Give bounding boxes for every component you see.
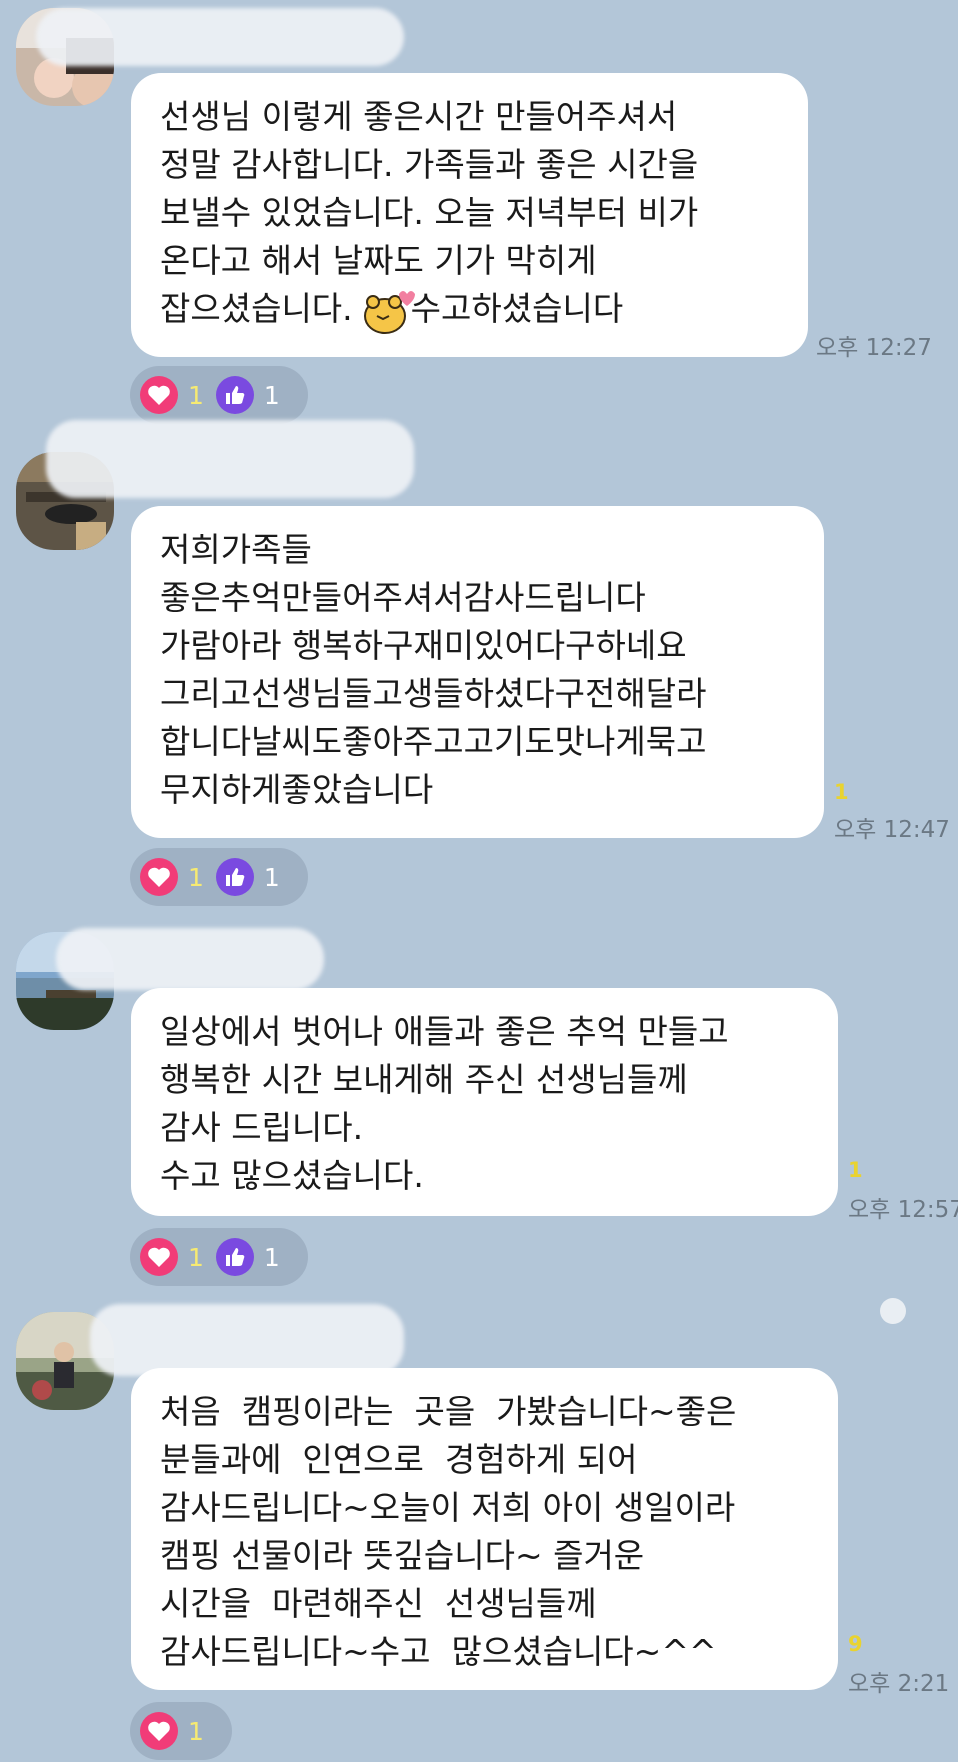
message-time: 오후 2:21 [848,1671,950,1697]
heart-reaction[interactable]: 1 [140,858,204,896]
message-line: 처음 캠핑이라는 곳을 가봤습니다~좋은 [160,1392,737,1431]
unread-count: 9 [848,1632,863,1656]
message-line: 합니다날씨도좋아주고고기도맛나게묵고 [160,722,707,761]
message-bubble[interactable]: 일상에서 벗어나 애들과 좋은 추억 만들고 행복한 시간 보내게해 주신 선생… [131,988,838,1216]
message-line: 일상에서 벗어나 애들과 좋은 추억 만들고 [160,1012,729,1051]
heart-reaction[interactable]: 1 [140,376,204,414]
reaction-bar[interactable]: 1 [130,1702,232,1760]
heart-count: 1 [188,1716,204,1746]
reaction-bar[interactable]: 1 1 [130,1228,308,1286]
thumbs-up-icon [215,1238,254,1276]
message-line: 온다고 해서 날짜도 기가 막히게 [160,241,597,280]
message-line: 좋은추억만들어주셔서감사드립니다 [160,578,646,617]
message-line: 감사드립니다~오늘이 저희 아이 생일이라 [160,1488,736,1527]
message-bubble[interactable]: 저희가족들 좋은추억만들어주셔서감사드립니다 가람아라 행복하구재미있어다구하네… [131,506,824,838]
message-line: 정말 감사합니다. 가족들과 좋은 시간을 [160,145,699,184]
sender-name-redacted [90,1304,404,1376]
message-line: 잡으셨습니다. 수고하셨습니다 [160,285,788,336]
message-line: 시간을 마련해주신 선생님들께 [160,1584,597,1623]
scroll-indicator[interactable] [880,1298,906,1324]
bear-heart-emoticon [363,290,415,334]
message-time: 오후 12:27 [816,335,932,361]
message-bubble[interactable]: 처음 캠핑이라는 곳을 가봤습니다~좋은 분들과에 인연으로 경험하게 되어 감… [131,1368,838,1690]
message-line: 캠핑 선물이라 뜻깊습니다~ 즐거운 [160,1536,645,1575]
thumb-count: 1 [263,862,280,892]
message-line: 저희가족들 [160,530,312,569]
sender-name-redacted [56,928,324,990]
message-line: 감사드립니다~수고 많으셨습니다~^^ [160,1632,717,1671]
unread-count: 1 [834,780,849,804]
sender-name-redacted [36,8,404,66]
message-line: 감사 드립니다. [160,1108,364,1147]
message-line: 무지하게좋았습니다 [160,770,434,809]
message-line: 행복한 시간 보내게해 주신 선생님들께 [160,1060,688,1099]
message-line: 분들과에 인연으로 경험하게 되어 [160,1440,638,1479]
heart-reaction[interactable]: 1 [140,1712,204,1750]
heart-icon [140,858,178,896]
message-time: 오후 12:57 [848,1197,958,1223]
message-line: 가람아라 행복하구재미있어다구하네요 [160,626,687,665]
heart-count: 1 [188,862,204,892]
reaction-bar[interactable]: 1 1 [130,848,308,906]
message-time: 오후 12:47 [834,817,950,843]
thumbs-up-icon [215,376,254,414]
thumb-count: 1 [263,1242,280,1272]
message-bubble[interactable]: 선생님 이렇게 좋은시간 만들어주셔서 정말 감사합니다. 가족들과 좋은 시간… [131,73,808,357]
heart-count: 1 [188,380,204,410]
thumb-reaction[interactable]: 1 [215,376,280,414]
message-line: 수고 많으셨습니다. [160,1156,424,1195]
thumbs-up-icon [215,858,254,896]
heart-icon [140,1712,178,1750]
message-line: 선생님 이렇게 좋은시간 만들어주셔서 [160,97,678,136]
heart-icon [140,376,178,414]
unread-count: 1 [848,1158,863,1182]
thumb-reaction[interactable]: 1 [215,858,280,896]
message-text: 잡으셨습니다. [160,289,353,328]
sender-name-redacted [46,420,414,498]
heart-reaction[interactable]: 1 [140,1238,204,1276]
thumb-reaction[interactable]: 1 [215,1238,280,1276]
heart-icon [140,1238,178,1276]
message-line: 보낼수 있었습니다. 오늘 저녁부터 비가 [160,193,699,232]
message-text: 수고하셨습니다 [410,289,624,328]
heart-count: 1 [188,1242,204,1272]
reaction-bar[interactable]: 1 1 [130,366,308,424]
message-line: 그리고선생님들고생들하셨다구전해달라 [160,674,707,713]
thumb-count: 1 [263,380,280,410]
